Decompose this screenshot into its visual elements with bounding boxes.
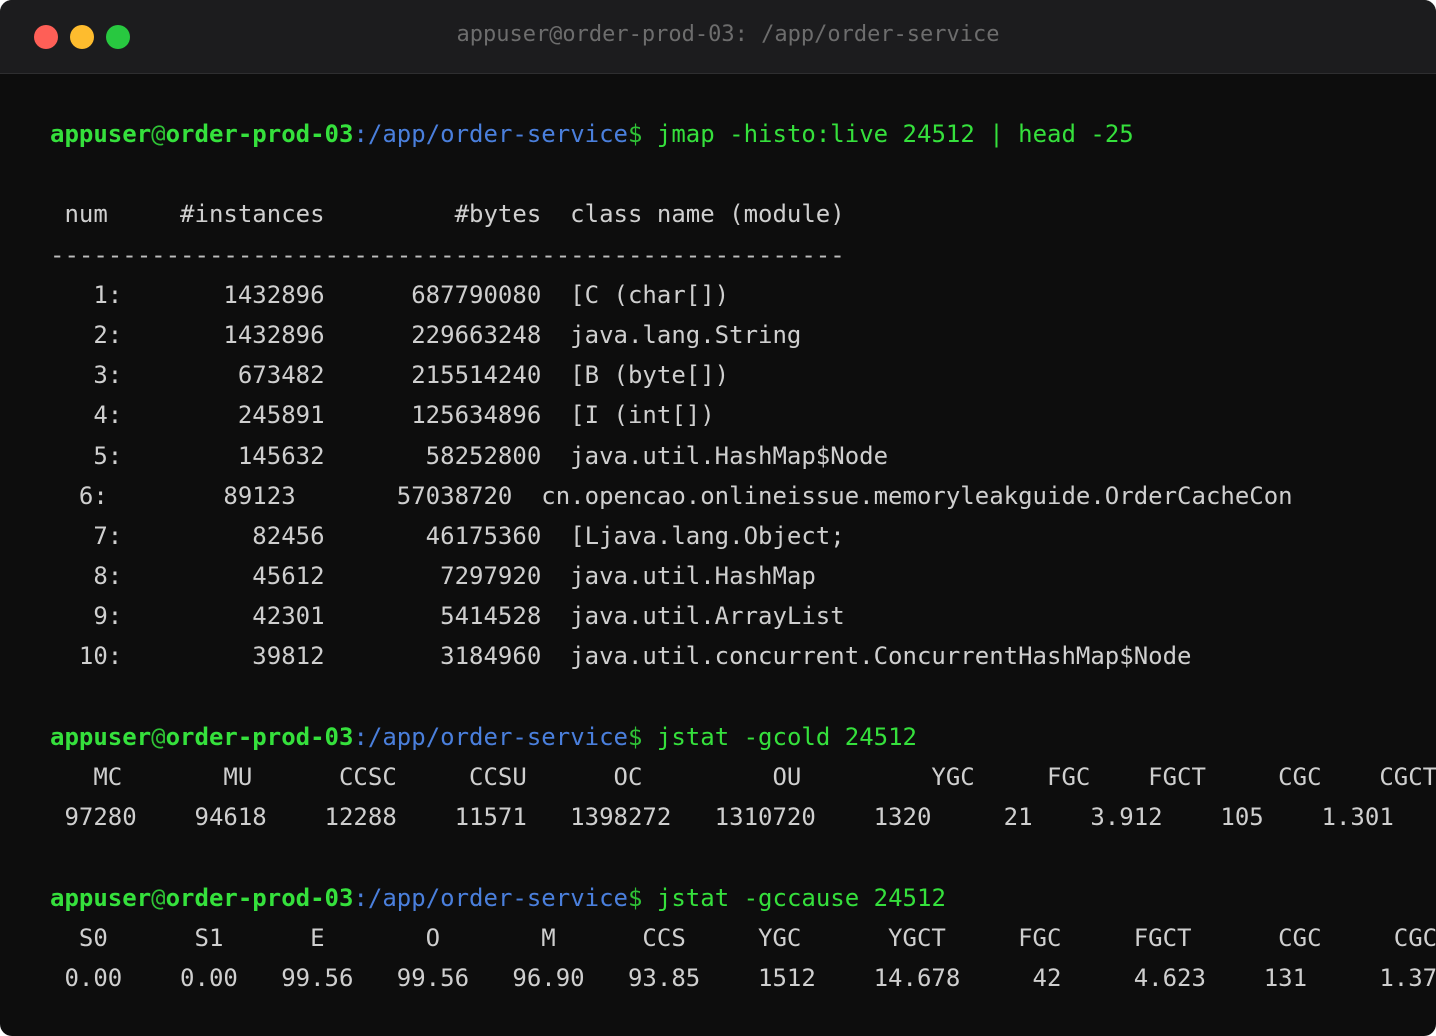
title-bar: appuser@order-prod-03: /app/order-servic… [0,0,1436,74]
histogram-row: 7: 82456 46175360 [Ljava.lang.Object; [50,521,845,550]
prompt-dollar: $ [628,883,643,912]
prompt-path: :/app/order-service [353,883,628,912]
histogram-row: 8: 45612 7297920 java.util.HashMap [50,562,816,591]
histogram-row: 3: 673482 215514240 [B (byte[]) [50,361,730,390]
prompt-user: appuser [50,883,152,912]
histogram-row: 1: 1432896 687790080 [C (char[]) [50,280,730,309]
prompt-dollar: $ [628,722,643,751]
gccause-header: S0 S1 E O M CCS YGC YGCT FGC FGCT CGC CG… [50,923,1436,952]
gcold-values: 97280 94618 12288 11571 1398272 1310720 … [50,803,1436,832]
histogram-row: 2: 1432896 229663248 java.lang.String [50,320,802,349]
command-jstat-gccause: jstat -gccause 24512 [642,883,946,912]
command-jstat-gcold: jstat -gcold 24512 [642,722,917,751]
histogram-row: 5: 145632 58252800 java.util.HashMap$Nod… [50,441,889,470]
prompt-line-1: appuser@order-prod-03:/app/order-service… [50,114,1436,154]
window-title: appuser@order-prod-03: /app/order-servic… [456,22,1000,47]
prompt-user: appuser [50,120,152,148]
prompt-host: order-prod-03 [165,883,354,912]
prompt-host: order-prod-03 [165,722,354,751]
gccause-values: 0.00 0.00 99.56 99.56 96.90 93.85 1512 1… [50,963,1436,992]
prompt-line-3: appuser@order-prod-03:/app/order-service… [50,878,1436,918]
prompt-dollar: $ [628,120,643,148]
prompt-path: :/app/order-service [353,722,628,751]
histogram-row: 9: 42301 5414528 java.util.ArrayList [50,602,845,631]
prompt-at: @ [151,722,166,751]
histogram-row: 4: 245891 125634896 [I (int[]) [50,401,715,430]
histogram-row: 10: 39812 3184960 java.util.concurrent.C… [50,642,1192,671]
gcold-header: MC MU CCSC CCSU OC OU YGC FGC FGCT CGC C… [50,763,1436,791]
histogram-separator: ----------------------------------------… [50,240,845,269]
histogram-header: num #instances #bytes class name (module… [50,200,845,229]
prompt-user: appuser [50,722,152,751]
histogram-row: 6: 89123 57038720 cn.opencao.onlineissue… [50,481,1293,510]
terminal-window: appuser@order-prod-03: /app/order-servic… [0,0,1436,1036]
prompt-at: @ [151,883,166,912]
command-jmap: jmap -histo:live 24512 | head -25 [642,120,1134,148]
terminal-output[interactable]: appuser@order-prod-03:/app/order-service… [50,114,1436,998]
prompt-host: order-prod-03 [165,120,354,148]
prompt-path: :/app/order-service [353,120,628,148]
prompt-line-2: appuser@order-prod-03:/app/order-service… [50,717,1436,757]
prompt-at: @ [151,120,166,148]
